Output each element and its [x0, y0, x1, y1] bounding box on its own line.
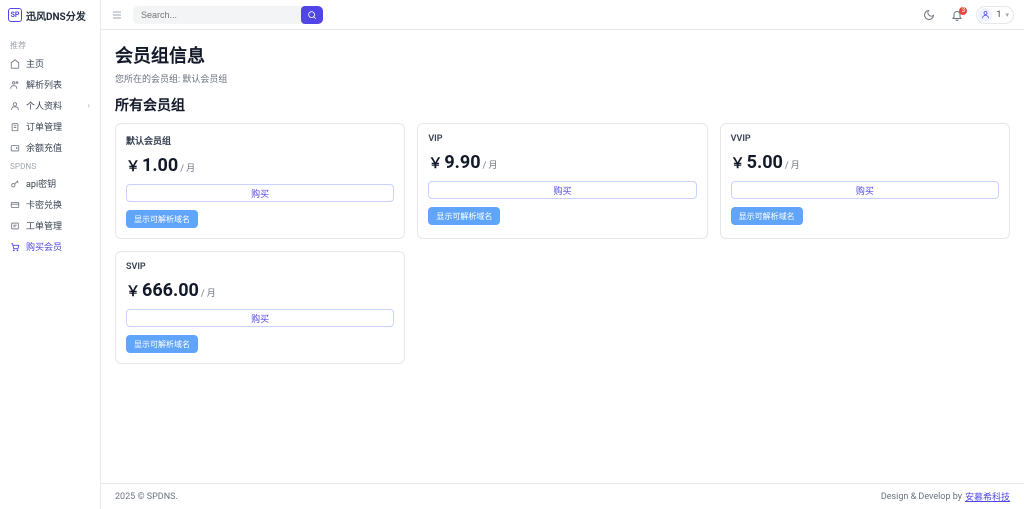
nav-recharge[interactable]: 余额充值 [0, 137, 100, 158]
price-amount: 1.00 [142, 155, 178, 176]
footer-right-link[interactable]: 安慕希科技 [965, 490, 1010, 503]
user-menu[interactable]: 1 ▾ [976, 6, 1014, 24]
nav-api-key[interactable]: api密钥 [0, 173, 100, 194]
brand[interactable]: SP 迅风DNS分发 [0, 0, 100, 30]
show-domains-button[interactable]: 显示可解析域名 [126, 210, 198, 228]
theme-toggle[interactable] [920, 9, 938, 21]
user-icon [10, 101, 20, 111]
page-title: 会员组信息 [115, 42, 1010, 68]
nav-label: 主页 [26, 57, 90, 70]
nav-section-label: 推荐 [0, 36, 100, 53]
nav-label: 余额充值 [26, 141, 90, 154]
page-subtitle-value: 默认会员组 [182, 75, 227, 85]
show-domains-button[interactable]: 显示可解析域名 [731, 207, 803, 225]
price: ￥1.00/ 月 [126, 155, 394, 176]
nav-label: api密钥 [26, 177, 90, 190]
user-label: 1 [996, 10, 1001, 20]
wallet-icon [10, 143, 20, 153]
nav-orders[interactable]: 订单管理 [0, 116, 100, 137]
footer: 2025 © SPDNS. Design & Develop by 安慕希科技 [101, 483, 1024, 509]
price-amount: 666.00 [142, 280, 199, 301]
nav-label: 工单管理 [26, 219, 90, 232]
home-icon [10, 59, 20, 69]
buy-button[interactable]: 购买 [428, 181, 696, 199]
nav-section-label: SPDNS [0, 158, 100, 173]
membership-grid: 默认会员组￥1.00/ 月购买显示可解析域名VIP￥9.90/ 月购买显示可解析… [115, 123, 1010, 364]
membership-card: SVIP￥666.00/ 月购买显示可解析域名 [115, 251, 405, 364]
price: ￥5.00/ 月 [731, 152, 999, 173]
nav-home[interactable]: 主页 [0, 53, 100, 74]
menu-toggle-icon[interactable] [111, 9, 123, 21]
card-title: 默认会员组 [126, 134, 394, 147]
price-currency: ￥ [126, 281, 140, 301]
card-title: VIP [428, 134, 696, 144]
footer-right-text: Design & Develop by [881, 492, 962, 502]
buy-button[interactable]: 购买 [731, 181, 999, 199]
price-currency: ￥ [731, 153, 745, 173]
card-icon [10, 200, 20, 210]
page-subtitle: 您所在的会员组: 默认会员组 [115, 72, 1010, 85]
notifications-button[interactable]: 3 [948, 9, 966, 21]
membership-card: VIP￥9.90/ 月购买显示可解析域名 [417, 123, 707, 239]
brand-name: 迅风DNS分发 [26, 8, 86, 23]
sidebar: SP 迅风DNS分发 推荐 主页 解析列表 个人资料 › 订单管理 [0, 0, 101, 509]
chevron-down-icon: ▾ [1005, 11, 1009, 19]
nav-tickets[interactable]: 工单管理 [0, 215, 100, 236]
notification-count-badge: 3 [959, 7, 967, 15]
key-icon [10, 179, 20, 189]
ticket-icon [10, 221, 20, 231]
nav-label: 个人资料 [26, 99, 82, 112]
buy-button[interactable]: 购买 [126, 309, 394, 327]
card-title: VVIP [731, 134, 999, 144]
price-unit: / 月 [201, 286, 216, 299]
moon-icon [923, 9, 935, 21]
membership-card: VVIP￥5.00/ 月购买显示可解析域名 [720, 123, 1010, 239]
nav-record-list[interactable]: 解析列表 [0, 74, 100, 95]
price: ￥9.90/ 月 [428, 152, 696, 173]
price-amount: 9.90 [444, 152, 480, 173]
nav-label: 卡密兑换 [26, 198, 90, 211]
avatar-icon [978, 8, 992, 22]
price-amount: 5.00 [747, 152, 783, 173]
chevron-right-icon: › [88, 101, 90, 110]
price-unit: / 月 [180, 161, 195, 174]
membership-card: 默认会员组￥1.00/ 月购买显示可解析域名 [115, 123, 405, 239]
show-domains-button[interactable]: 显示可解析域名 [126, 335, 198, 353]
search [133, 6, 323, 24]
brand-badge-icon: SP [8, 8, 22, 22]
nav-label: 解析列表 [26, 78, 90, 91]
price-currency: ￥ [126, 156, 140, 176]
show-domains-button[interactable]: 显示可解析域名 [428, 207, 500, 225]
search-icon [307, 10, 317, 20]
clipboard-icon [10, 122, 20, 132]
price-unit: / 月 [483, 158, 498, 171]
topbar: 3 1 ▾ [101, 0, 1024, 30]
nav: 推荐 主页 解析列表 个人资料 › 订单管理 余额充值 S [0, 30, 100, 509]
price-unit: / 月 [785, 158, 800, 171]
nav-membership[interactable]: 购买会员 [0, 236, 100, 257]
footer-left: 2025 © SPDNS. [115, 492, 178, 502]
price: ￥666.00/ 月 [126, 280, 394, 301]
search-input[interactable] [133, 10, 301, 20]
buy-button[interactable]: 购买 [126, 184, 394, 202]
nav-profile[interactable]: 个人资料 › [0, 95, 100, 116]
section-title: 所有会员组 [115, 95, 1010, 115]
content: 会员组信息 您所在的会员组: 默认会员组 所有会员组 默认会员组￥1.00/ 月… [101, 30, 1024, 483]
nav-label: 购买会员 [26, 240, 90, 253]
nav-redeem[interactable]: 卡密兑换 [0, 194, 100, 215]
search-button[interactable] [301, 6, 323, 24]
card-title: SVIP [126, 262, 394, 272]
cart-icon [10, 242, 20, 252]
users-icon [10, 80, 20, 90]
page-subtitle-prefix: 您所在的会员组: [115, 75, 180, 85]
price-currency: ￥ [428, 153, 442, 173]
nav-label: 订单管理 [26, 120, 90, 133]
